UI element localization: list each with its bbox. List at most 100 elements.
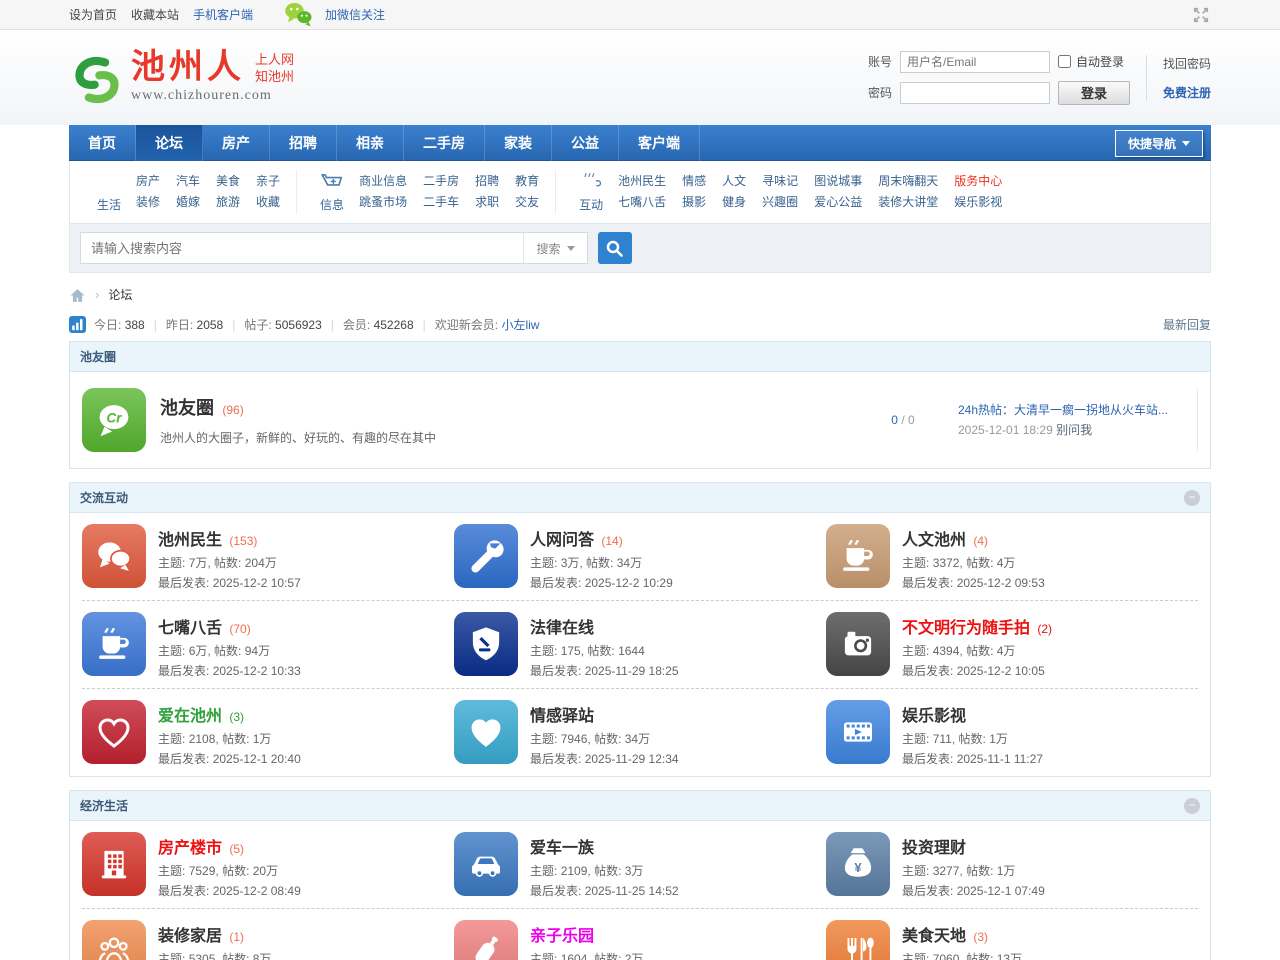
subnav-link[interactable]: 爱心公益 bbox=[814, 192, 862, 213]
new-member-link[interactable]: 小左liw bbox=[501, 316, 539, 333]
subnav-link[interactable]: 亲子 bbox=[256, 171, 280, 192]
coffee-icon[interactable] bbox=[82, 612, 146, 676]
subnav-link[interactable]: 装修大讲堂 bbox=[878, 192, 938, 213]
subnav-link[interactable]: 情感 bbox=[682, 171, 706, 192]
forum-link[interactable]: 不文明行为随手拍 bbox=[902, 620, 1030, 637]
subnav-link[interactable]: 二手房 bbox=[423, 171, 459, 192]
expand-icon[interactable] bbox=[1191, 5, 1211, 25]
forum-link[interactable]: 人网问答 bbox=[530, 532, 594, 549]
moneybag-icon[interactable]: ¥ bbox=[826, 832, 890, 896]
password-input[interactable] bbox=[900, 82, 1050, 104]
subnav-link[interactable]: 装修 bbox=[136, 192, 160, 213]
last-post-user-link[interactable]: 别问我 bbox=[1056, 423, 1092, 437]
forum-link[interactable]: 七嘴八舌 bbox=[158, 620, 222, 637]
heart-icon[interactable] bbox=[454, 700, 518, 764]
subnav-link[interactable]: 招聘 bbox=[475, 171, 499, 192]
collapse-toggle-button[interactable]: − bbox=[1184, 798, 1200, 814]
wrench-icon[interactable] bbox=[454, 524, 518, 588]
subnav-link[interactable]: 寻味记 bbox=[762, 171, 798, 192]
collapse-toggle-button[interactable]: − bbox=[1184, 490, 1200, 506]
subnav-link[interactable]: 摄影 bbox=[682, 192, 706, 213]
favorite-link[interactable]: 收藏本站 bbox=[131, 6, 179, 23]
forum-link[interactable]: 美食天地 bbox=[902, 928, 966, 945]
subnav-link[interactable]: 兴趣圈 bbox=[762, 192, 798, 213]
forum-link[interactable]: 亲子乐园 bbox=[530, 928, 594, 945]
forum-stats: 主题: 3372, 帖数: 4万 bbox=[902, 556, 1045, 570]
latest-reply-link[interactable]: 最新回复 bbox=[1163, 316, 1211, 333]
forum-link[interactable]: 装修家居 bbox=[158, 928, 222, 945]
search-scope-select[interactable]: 搜索 bbox=[523, 233, 587, 263]
forum-link[interactable]: 池州民生 bbox=[158, 532, 222, 549]
nav-tab[interactable]: 家装 bbox=[485, 125, 552, 161]
subnav-link[interactable]: 美食 bbox=[216, 171, 240, 192]
today-count: 388 bbox=[125, 318, 145, 332]
subnav-panel: 生活 房产汽车美食亲子装修婚嫁旅游收藏 信息 商业信息二手房招聘教育跳蚤市场二手… bbox=[69, 161, 1211, 273]
film-icon[interactable] bbox=[826, 700, 890, 764]
subnav-link[interactable]: 娱乐影视 bbox=[954, 192, 1002, 213]
nav-tab[interactable]: 二手房 bbox=[404, 125, 485, 161]
camera-icon[interactable] bbox=[826, 612, 890, 676]
forum-link[interactable]: 情感驿站 bbox=[530, 708, 594, 725]
subnav-link[interactable]: 收藏 bbox=[256, 192, 280, 213]
forum-link[interactable]: 娱乐影视 bbox=[902, 708, 966, 725]
forum-link[interactable]: 法律在线 bbox=[530, 620, 594, 637]
forum-link[interactable]: 爱在池州 bbox=[158, 708, 222, 725]
nav-tab[interactable]: 论坛 bbox=[136, 125, 203, 161]
subnav-link[interactable]: 商业信息 bbox=[359, 171, 407, 192]
home-icon[interactable] bbox=[69, 287, 86, 303]
subnav-link[interactable]: 版务中心 bbox=[954, 171, 1002, 192]
nav-tab[interactable]: 首页 bbox=[69, 125, 136, 161]
subnav-link[interactable]: 婚嫁 bbox=[176, 192, 200, 213]
subnav-link[interactable]: 汽车 bbox=[176, 171, 200, 192]
heart-outline-icon[interactable] bbox=[82, 700, 146, 764]
subnav-link[interactable]: 交友 bbox=[515, 192, 539, 213]
subnav-link[interactable]: 旅游 bbox=[216, 192, 240, 213]
forum-link[interactable]: 人文池州 bbox=[902, 532, 966, 549]
bottle-icon[interactable] bbox=[454, 920, 518, 960]
forum-description: 池州人的大圈子，新鲜的、好玩的、有趣的尽在其中 bbox=[160, 429, 848, 446]
chat-icon[interactable] bbox=[82, 524, 146, 588]
forgot-password-link[interactable]: 找回密码 bbox=[1163, 55, 1211, 72]
forum-link[interactable]: 投资理财 bbox=[902, 840, 966, 857]
subnav-link[interactable]: 健身 bbox=[722, 192, 746, 213]
building-icon[interactable] bbox=[82, 832, 146, 896]
subnav-link[interactable]: 周末嗨翻天 bbox=[878, 171, 938, 192]
subnav-link[interactable]: 跳蚤市场 bbox=[359, 192, 407, 213]
forum-link[interactable]: 房产楼市 bbox=[158, 840, 222, 857]
subnav-link[interactable]: 求职 bbox=[475, 192, 499, 213]
car-icon[interactable] bbox=[454, 832, 518, 896]
register-link[interactable]: 免费注册 bbox=[1163, 84, 1211, 101]
people-icon[interactable] bbox=[82, 920, 146, 960]
subnav-link[interactable]: 房产 bbox=[136, 171, 160, 192]
quick-nav-button[interactable]: 快捷导航 bbox=[1115, 130, 1203, 157]
search-button[interactable] bbox=[598, 232, 632, 264]
subnav-link[interactable]: 图说城事 bbox=[814, 171, 862, 192]
breadcrumb-current[interactable]: 论坛 bbox=[108, 286, 132, 303]
auto-login-checkbox[interactable] bbox=[1058, 55, 1071, 68]
shield-icon[interactable] bbox=[454, 612, 518, 676]
wechat-follow-link[interactable]: 加微信关注 bbox=[325, 6, 385, 23]
search-input[interactable] bbox=[81, 233, 523, 263]
mobile-client-link[interactable]: 手机客户端 bbox=[193, 6, 253, 23]
forum-link[interactable]: 爱车一族 bbox=[530, 840, 594, 857]
set-home-link[interactable]: 设为首页 bbox=[69, 6, 117, 23]
hot-thread-link[interactable]: 24h热帖：大清早一瘸一拐地从火车站... bbox=[958, 400, 1183, 420]
forum-link[interactable]: 池友圈 bbox=[160, 398, 214, 418]
nav-tab[interactable]: 招聘 bbox=[270, 125, 337, 161]
subnav-link[interactable]: 池州民生 bbox=[618, 171, 666, 192]
nav-tab[interactable]: 公益 bbox=[552, 125, 619, 161]
nav-tab[interactable]: 房产 bbox=[203, 125, 270, 161]
cutlery-icon[interactable] bbox=[826, 920, 890, 960]
account-input[interactable] bbox=[900, 51, 1050, 73]
coffee-icon[interactable] bbox=[826, 524, 890, 588]
subnav-link[interactable]: 人文 bbox=[722, 171, 746, 192]
subnav-link[interactable]: 二手车 bbox=[423, 192, 459, 213]
nav-tab[interactable]: 客户端 bbox=[619, 125, 700, 161]
nav-tab[interactable]: 相亲 bbox=[337, 125, 404, 161]
login-button[interactable]: 登录 bbox=[1058, 81, 1130, 105]
subnav-link[interactable]: 教育 bbox=[515, 171, 539, 192]
bubble-logo-icon[interactable]: Cr bbox=[82, 388, 146, 452]
site-logo[interactable]: 池州人 上人网 知池州 www.chizhouren.com bbox=[69, 48, 294, 108]
subnav-link[interactable]: 七嘴八舌 bbox=[618, 192, 666, 213]
password-label: 密码 bbox=[868, 84, 892, 101]
